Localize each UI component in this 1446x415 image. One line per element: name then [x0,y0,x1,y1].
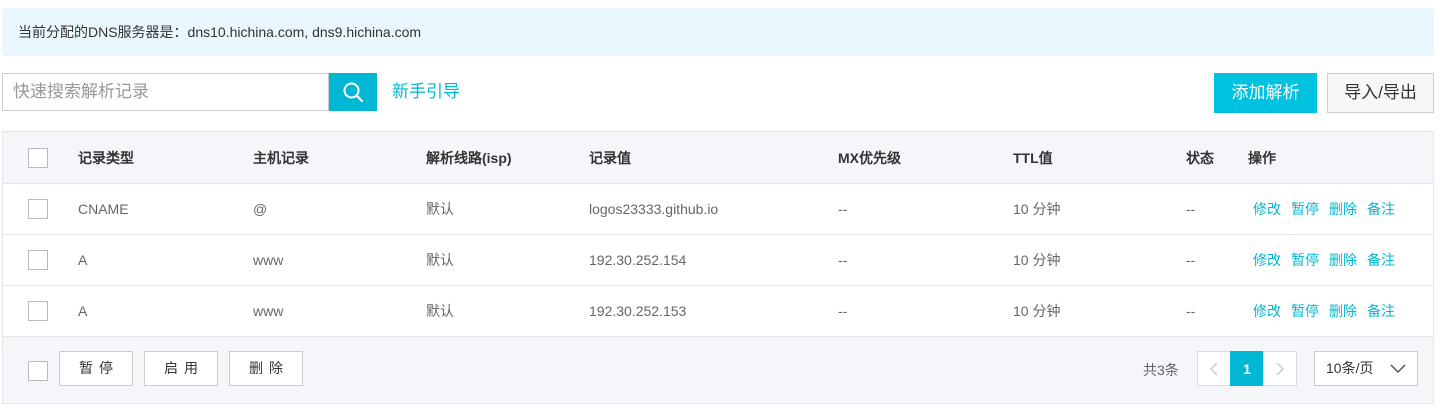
edit-link[interactable]: 修改 [1253,201,1281,217]
delete-link[interactable]: 删除 [1329,252,1357,268]
page-button-current[interactable]: 1 [1230,351,1264,386]
record-ttl: 10 分钟 [1013,303,1061,319]
record-line: 默认 [426,252,454,268]
add-record-button[interactable]: 添加解析 [1214,73,1317,113]
table-row: CNAME @ 默认 logos23333.github.io -- 10 分钟… [3,184,1433,235]
record-ttl: 10 分钟 [1013,252,1061,268]
note-link[interactable]: 备注 [1367,252,1395,268]
record-line: 默认 [426,201,454,217]
dns-server-notice-text: 当前分配的DNS服务器是：dns10.hichina.com, dns9.hic… [18,24,422,40]
column-header-line: 解析线路(isp) [426,150,512,166]
bulk-enable-button[interactable]: 启用 [144,351,218,386]
record-mx: -- [838,252,848,268]
row-actions: 修改 暂停 删除 备注 [1253,286,1405,336]
page-size-select[interactable]: 10条/页 [1314,351,1418,386]
chevron-left-icon [1209,361,1218,376]
next-page-button[interactable] [1263,351,1297,386]
table-header-row: 记录类型 主机记录 解析线路(isp) 记录值 MX优先级 TTL值 状态 操作 [3,132,1433,184]
bulk-pause-button[interactable]: 暂停 [59,351,133,386]
chevron-down-icon [1390,364,1406,374]
record-host: www [253,252,284,268]
column-header-value: 记录值 [589,150,631,166]
search-button[interactable] [329,73,377,111]
search-box [2,73,333,111]
row-checkbox[interactable] [28,199,48,219]
row-checkbox[interactable] [28,250,48,270]
record-status: -- [1186,252,1196,268]
delete-link[interactable]: 删除 [1329,201,1357,217]
column-header-ops: 操作 [1248,150,1276,166]
record-host: @ [253,201,268,217]
select-all-checkbox[interactable] [28,148,48,168]
edit-link[interactable]: 修改 [1253,303,1281,319]
record-ttl: 10 分钟 [1013,201,1061,217]
note-link[interactable]: 备注 [1367,201,1395,217]
page-size-value: 10条/页 [1326,360,1374,376]
column-header-status: 状态 [1186,150,1214,166]
prev-page-button[interactable] [1197,351,1231,386]
column-header-ttl: TTL值 [1013,150,1053,166]
bulk-delete-button[interactable]: 删除 [229,351,303,386]
record-value: logos23333.github.io [589,201,719,217]
record-line: 默认 [426,303,454,319]
dns-records-table: 记录类型 主机记录 解析线路(isp) 记录值 MX优先级 TTL值 状态 操作… [2,131,1434,404]
row-actions: 修改 暂停 删除 备注 [1253,184,1405,234]
pagination: 1 [1197,351,1297,386]
delete-link[interactable]: 删除 [1329,303,1357,319]
dns-server-notice: 当前分配的DNS服务器是：dns10.hichina.com, dns9.hic… [2,8,1434,56]
column-header-mx: MX优先级 [838,150,901,166]
footer-select-all-checkbox[interactable] [28,361,48,381]
toolbar: 新手引导 添加解析 导入/导出 [2,72,1434,114]
column-header-host: 主机记录 [253,150,309,166]
total-count: 共3条 [1143,362,1179,378]
record-type: A [78,303,88,319]
record-value: 192.30.252.154 [589,252,687,268]
record-type: CNAME [78,201,129,217]
column-header-type: 记录类型 [78,150,134,166]
chevron-right-icon [1276,361,1285,376]
table-row: A www 默认 192.30.252.154 -- 10 分钟 -- 修改 暂停… [3,235,1433,286]
pause-link[interactable]: 暂停 [1291,201,1319,217]
import-export-button[interactable]: 导入/导出 [1327,73,1434,113]
search-input[interactable] [3,74,333,110]
row-checkbox[interactable] [28,301,48,321]
row-actions: 修改 暂停 删除 备注 [1253,235,1405,285]
record-value: 192.30.252.153 [589,303,687,319]
record-status: -- [1186,201,1196,217]
table-row: A www 默认 192.30.252.153 -- 10 分钟 -- 修改 暂停… [3,286,1433,337]
edit-link[interactable]: 修改 [1253,252,1281,268]
table-footer: 暂停 启用 删除 共3条 1 10条/页 [3,337,1433,403]
search-icon [343,82,364,103]
record-host: www [253,303,284,319]
beginner-guide-link[interactable]: 新手引导 [392,72,460,112]
note-link[interactable]: 备注 [1367,303,1395,319]
pause-link[interactable]: 暂停 [1291,303,1319,319]
record-type: A [78,252,88,268]
record-mx: -- [838,303,848,319]
record-status: -- [1186,303,1196,319]
record-mx: -- [838,201,848,217]
pause-link[interactable]: 暂停 [1291,252,1319,268]
